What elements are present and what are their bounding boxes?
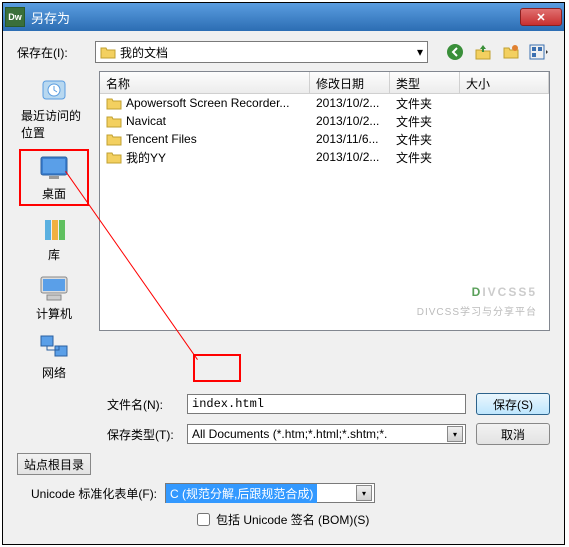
bom-label: 包括 Unicode 签名 (BOM)(S) — [216, 511, 369, 528]
col-type[interactable]: 类型 — [390, 72, 460, 93]
folder-icon — [106, 115, 122, 128]
folder-icon — [106, 97, 122, 110]
view-menu-icon[interactable] — [528, 41, 550, 63]
window-title: 另存为 — [31, 8, 520, 27]
unicode-select[interactable]: C (规范分解,后跟规范合成)▾ — [165, 483, 375, 503]
sidebar-item-label: 桌面 — [42, 185, 66, 202]
table-row[interactable]: Apowersoft Screen Recorder...2013/10/2..… — [100, 94, 549, 112]
folder-icon — [106, 151, 122, 164]
table-row[interactable]: 我的YY2013/10/2...文件夹 — [100, 148, 549, 166]
filename-input[interactable] — [187, 394, 466, 414]
file-list[interactable]: 名称 修改日期 类型 大小 Apowersoft Screen Recorder… — [99, 71, 550, 331]
titlebar: Dw 另存为 ✕ — [3, 3, 564, 31]
desktop-icon — [37, 153, 71, 183]
filetype-select[interactable]: All Documents (*.htm;*.html;*.shtm;*. ▾ — [187, 424, 466, 444]
watermark: DIVCSS5 DIVCSS学习与分享平台 — [417, 275, 537, 318]
site-root-button[interactable]: 站点根目录 — [17, 453, 91, 475]
filetype-label: 保存类型(T): — [107, 426, 177, 443]
sidebar-item-network[interactable]: 网络 — [19, 330, 89, 383]
sidebar-item-label: 计算机 — [36, 305, 72, 322]
libraries-icon — [37, 214, 71, 244]
col-size[interactable]: 大小 — [460, 72, 549, 93]
cancel-button[interactable]: 取消 — [476, 423, 550, 445]
col-date[interactable]: 修改日期 — [310, 72, 390, 93]
chevron-down-icon: ▾ — [417, 45, 423, 59]
places-sidebar: 最近访问的位置 桌面 库 计算机 网络 — [17, 71, 91, 383]
back-icon[interactable] — [444, 41, 466, 63]
sidebar-item-recent[interactable]: 最近访问的位置 — [19, 73, 89, 143]
chevron-down-icon: ▾ — [447, 426, 463, 442]
save-as-dialog: Dw 另存为 ✕ 保存在(I): 我的文档 ▾ 最近访问的位置 — [2, 2, 565, 545]
sidebar-item-desktop[interactable]: 桌面 — [19, 149, 89, 206]
app-icon: Dw — [5, 7, 25, 27]
folder-icon — [100, 45, 116, 59]
file-list-header: 名称 修改日期 类型 大小 — [100, 72, 549, 94]
save-button[interactable]: 保存(S) — [476, 393, 550, 415]
save-in-combo[interactable]: 我的文档 ▾ — [95, 41, 428, 63]
table-row[interactable]: Navicat2013/10/2...文件夹 — [100, 112, 549, 130]
close-button[interactable]: ✕ — [520, 8, 562, 26]
sidebar-item-label: 库 — [48, 246, 60, 263]
sidebar-item-label: 最近访问的位置 — [21, 107, 87, 141]
save-in-label: 保存在(I): — [17, 44, 87, 61]
filename-label: 文件名(N): — [107, 396, 177, 413]
network-icon — [37, 332, 71, 362]
new-folder-icon[interactable] — [500, 41, 522, 63]
col-name[interactable]: 名称 — [100, 72, 310, 93]
save-in-value: 我的文档 — [120, 44, 417, 61]
sidebar-item-computer[interactable]: 计算机 — [19, 271, 89, 324]
recent-icon — [37, 75, 71, 105]
computer-icon — [37, 273, 71, 303]
sidebar-item-label: 网络 — [42, 364, 66, 381]
up-icon[interactable] — [472, 41, 494, 63]
unicode-label: Unicode 标准化表单(F): — [31, 485, 157, 502]
chevron-down-icon: ▾ — [356, 485, 372, 501]
folder-icon — [106, 133, 122, 146]
table-row[interactable]: Tencent Files2013/11/6...文件夹 — [100, 130, 549, 148]
sidebar-item-libraries[interactable]: 库 — [19, 212, 89, 265]
bom-checkbox[interactable] — [197, 513, 210, 526]
